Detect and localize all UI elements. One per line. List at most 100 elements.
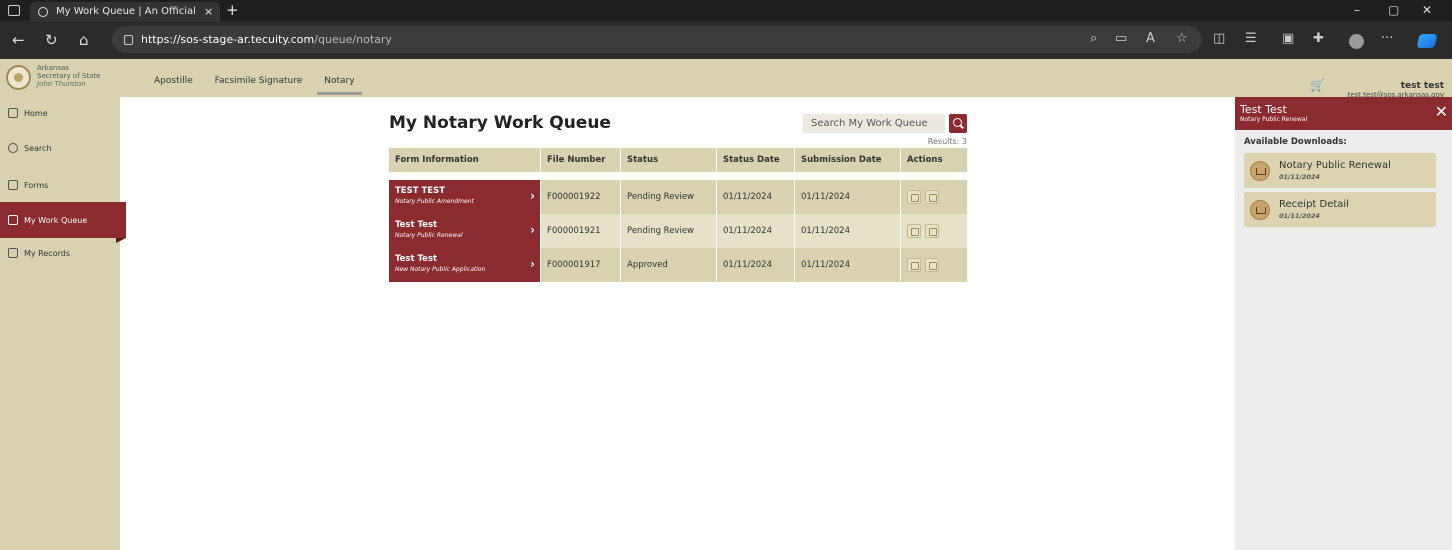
cart-icon[interactable]: 🛒	[1310, 78, 1325, 92]
table-row: Test Test New Notary Public Application …	[389, 248, 967, 282]
table-row: TEST TEST Notary Public Amendment › F000…	[389, 180, 967, 214]
column-header[interactable]: Status Date	[717, 148, 795, 172]
form-info-cell[interactable]: Test Test Notary Public Renewal ›	[389, 214, 541, 248]
search-icon	[8, 143, 18, 153]
work-queue-icon	[8, 215, 18, 225]
sidebar-item-home[interactable]: Home	[0, 103, 120, 123]
top-nav-facsimile-signature[interactable]: Facsimile Signature	[204, 59, 314, 97]
sidebar-item-label: Search	[24, 143, 52, 153]
chevron-right-icon: ›	[530, 189, 535, 203]
download-icon[interactable]	[925, 257, 939, 272]
address-bar[interactable]: https://sos-stage-ar.tecuity.com/queue/n…	[112, 26, 1202, 53]
read-aloud-icon[interactable]: A	[1146, 31, 1155, 46]
sidebar-item-label: My Work Queue	[24, 215, 88, 225]
window-close-icon[interactable]: ✕	[1422, 3, 1432, 17]
favorite-icon[interactable]: ☆	[1176, 31, 1188, 46]
download-icon[interactable]	[925, 223, 939, 238]
lock-icon	[124, 34, 133, 45]
user-name: test test	[1400, 81, 1444, 91]
top-nav-apostille[interactable]: Apostille	[143, 59, 204, 97]
panel-title: Test Test	[1240, 103, 1287, 116]
available-downloads-label: Available Downloads:	[1244, 137, 1347, 147]
submission-date: 01/11/2024	[795, 214, 901, 248]
profile-avatar[interactable]	[1349, 34, 1364, 49]
download-item[interactable]: Notary Public Renewal 01/11/2024	[1244, 153, 1436, 188]
column-header[interactable]: File Number	[541, 148, 621, 172]
sidebar-item-my-work-queue[interactable]: My Work Queue	[0, 202, 126, 238]
sidebar: Home Search Forms My Work Queue My Recor…	[0, 97, 126, 550]
table-header: Form Information File Number Status Stat…	[389, 148, 967, 172]
site-favicon-icon	[38, 6, 48, 17]
maximize-icon[interactable]: ▢	[1388, 3, 1399, 17]
refresh-icon[interactable]: ↻	[45, 31, 58, 49]
download-icon	[1250, 200, 1270, 220]
status: Approved	[621, 248, 717, 282]
tab-title: My Work Queue | An Official Ark	[56, 6, 198, 17]
brand-line2: Secretary of State	[37, 72, 101, 80]
chevron-right-icon: ›	[530, 223, 535, 237]
sidebar-item-label: Home	[24, 108, 48, 118]
top-nav: Apostille Facsimile Signature Notary	[143, 59, 366, 97]
download-date: 01/11/2024	[1279, 212, 1320, 220]
download-icon[interactable]	[925, 189, 939, 204]
actions-cell	[901, 248, 967, 282]
search-button[interactable]	[949, 114, 967, 133]
sidebar-item-my-records[interactable]: My Records	[0, 243, 120, 263]
tab-actions-icon[interactable]	[8, 5, 20, 16]
state-seal-logo	[6, 65, 31, 90]
actions-cell	[901, 180, 967, 214]
view-document-icon[interactable]	[907, 257, 921, 272]
extensions-icon[interactable]: ✚	[1313, 31, 1324, 46]
column-header[interactable]: Form Information	[389, 148, 541, 172]
view-document-icon[interactable]	[907, 223, 921, 238]
tab-close-icon[interactable]: ×	[204, 5, 213, 18]
back-icon[interactable]: ←	[12, 31, 25, 49]
form-type: Notary Public Renewal	[395, 232, 463, 239]
home-icon	[8, 108, 18, 118]
download-date: 01/11/2024	[1279, 173, 1320, 181]
download-name: Notary Public Renewal	[1279, 160, 1391, 171]
form-info-cell[interactable]: Test Test New Notary Public Application …	[389, 248, 541, 282]
brand-line1: Arkansas	[37, 64, 69, 72]
browser-tab[interactable]: My Work Queue | An Official Ark ×	[30, 2, 220, 21]
status: Pending Review	[621, 214, 717, 248]
status-date: 01/11/2024	[717, 214, 795, 248]
column-header[interactable]: Status	[621, 148, 717, 172]
file-number: F000001921	[541, 214, 621, 248]
results-count: Results: 3	[927, 137, 967, 146]
download-item[interactable]: Receipt Detail 01/11/2024	[1244, 192, 1436, 227]
submission-date: 01/11/2024	[795, 180, 901, 214]
browser-tab-strip: My Work Queue | An Official Ark × + – ▢ …	[0, 0, 1452, 21]
status: Pending Review	[621, 180, 717, 214]
new-tab-button[interactable]: +	[226, 1, 239, 19]
sidebar-item-label: Forms	[24, 180, 49, 190]
file-number: F000001922	[541, 180, 621, 214]
url-host: https://sos-stage-ar.tecuity.com	[141, 33, 315, 46]
view-document-icon[interactable]	[907, 189, 921, 204]
table-row: Test Test Notary Public Renewal › F00000…	[389, 214, 967, 248]
detail-panel: Test Test Notary Public Renewal ✕ Availa…	[1235, 97, 1452, 550]
reader-icon[interactable]: ▭	[1115, 31, 1127, 46]
app-header: Arkansas Secretary of State John Thursto…	[0, 59, 1452, 99]
more-icon[interactable]: ···	[1381, 31, 1393, 46]
close-icon[interactable]: ✕	[1435, 102, 1448, 121]
status-date: 01/11/2024	[717, 248, 795, 282]
zoom-icon[interactable]: ⌕	[1090, 31, 1097, 46]
minimize-icon[interactable]: –	[1354, 3, 1360, 17]
favorites-icon[interactable]: ☰	[1245, 31, 1257, 46]
sidebar-item-search[interactable]: Search	[0, 138, 120, 158]
sidebar-item-forms[interactable]: Forms	[0, 175, 120, 195]
top-nav-notary[interactable]: Notary	[313, 59, 365, 97]
copilot-icon[interactable]	[1416, 34, 1438, 48]
form-type: New Notary Public Application	[395, 266, 486, 273]
split-screen-icon[interactable]: ◫	[1213, 31, 1225, 46]
column-header[interactable]: Submission Date	[795, 148, 901, 172]
home-icon[interactable]: ⌂	[79, 31, 89, 49]
status-date: 01/11/2024	[717, 180, 795, 214]
column-header: Actions	[907, 155, 943, 165]
records-icon	[8, 248, 18, 258]
sidebar-item-label: My Records	[24, 248, 70, 258]
form-info-cell[interactable]: TEST TEST Notary Public Amendment ›	[389, 180, 541, 214]
collections-icon[interactable]: ▣	[1282, 31, 1294, 46]
search-input[interactable]: Search My Work Queue	[803, 114, 945, 133]
